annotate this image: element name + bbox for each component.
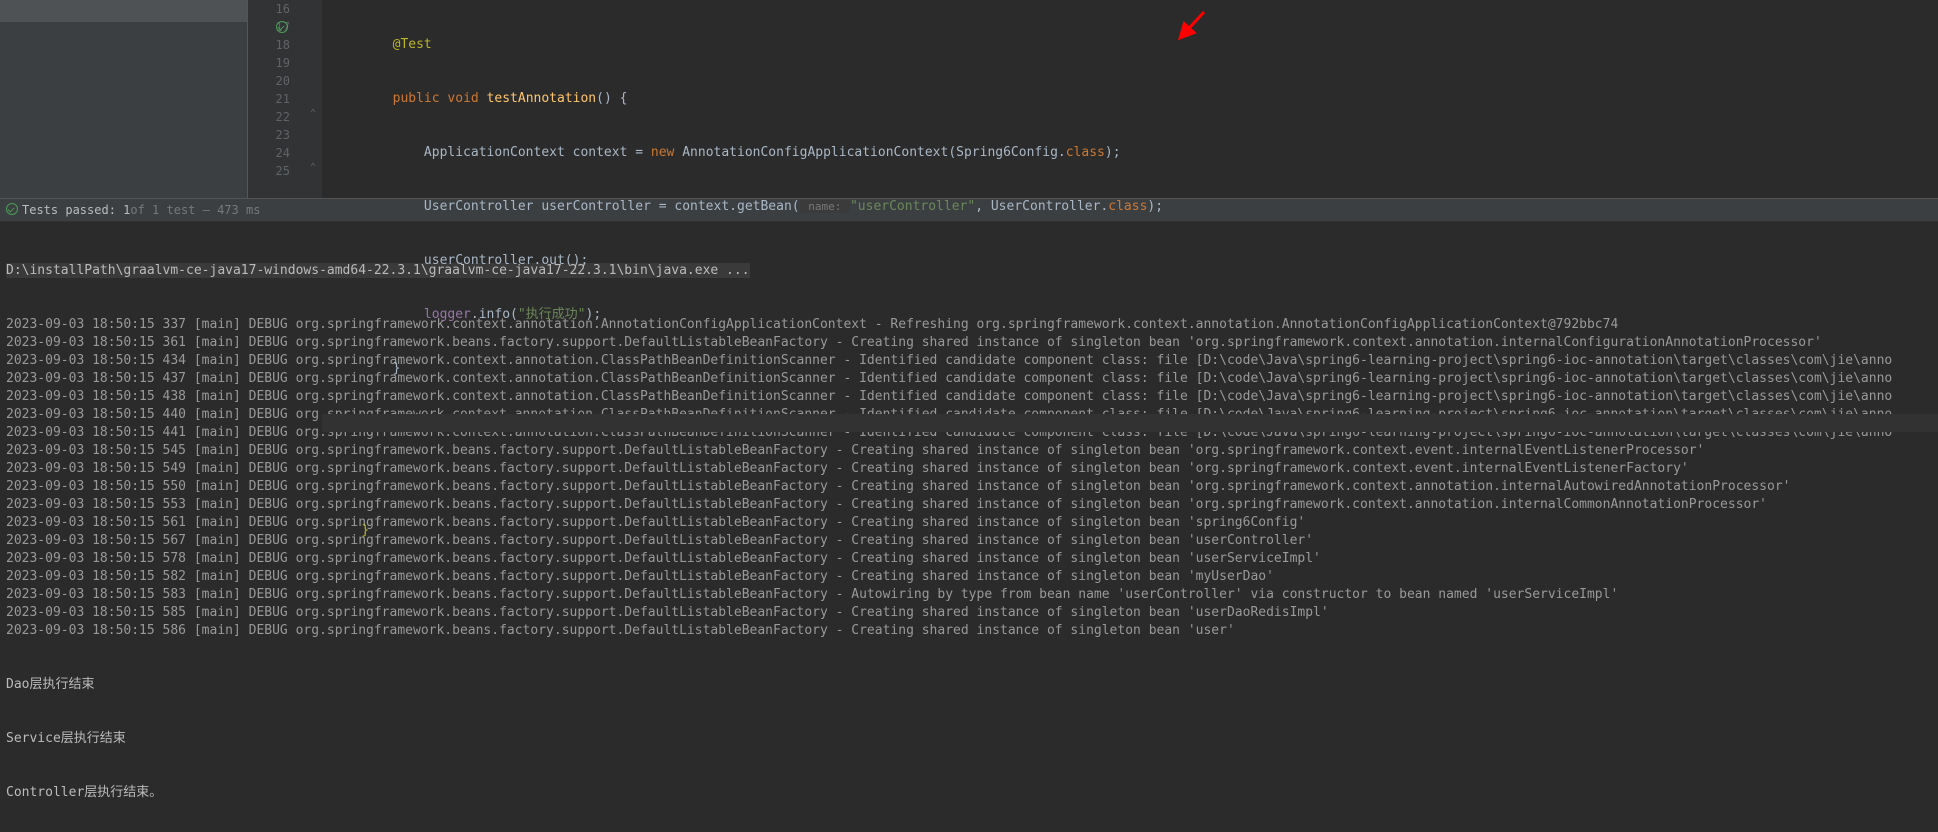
tests-details: of 1 test – 473 ms	[130, 203, 260, 217]
param-hint: name:	[800, 200, 850, 213]
string-token: "执行成功"	[518, 307, 586, 322]
line-number: 23	[276, 128, 290, 142]
annotation-token: @Test	[393, 37, 432, 52]
code-line[interactable]: }	[322, 522, 1938, 540]
fold-gutter[interactable]: ⌃ ⌃	[308, 0, 322, 198]
line-number: 20	[276, 74, 290, 88]
code-line-current[interactable]	[322, 414, 1938, 432]
line-number: 19	[276, 56, 290, 70]
ide-window: 16 17 18 19 20 21 22 23 24 25 ⌃ ⌃ @Test …	[0, 0, 1938, 832]
test-pass-gutter-icon[interactable]	[276, 20, 288, 32]
line-number: 22	[276, 110, 290, 124]
fold-collapse-icon[interactable]: ⌃	[310, 108, 316, 119]
code-line[interactable]: @Test	[322, 36, 1938, 54]
line-number: 18	[276, 38, 290, 52]
console-stdout: Controller层执行结束。	[6, 784, 1932, 802]
code-line[interactable]: public void testAnnotation() {	[322, 90, 1938, 108]
keyword-token: new	[651, 145, 674, 160]
test-pass-icon	[6, 203, 18, 218]
sidebar-active-tab[interactable]	[0, 0, 247, 22]
line-number: 16	[276, 2, 290, 16]
code-line[interactable]: }	[322, 360, 1938, 378]
fold-collapse-icon[interactable]: ⌃	[310, 162, 316, 173]
keyword-token: public	[393, 91, 440, 106]
line-number-gutter[interactable]: 16 17 18 19 20 21 22 23 24 25	[248, 0, 308, 198]
editor-area: 16 17 18 19 20 21 22 23 24 25 ⌃ ⌃ @Test …	[0, 0, 1938, 198]
code-line[interactable]: ApplicationContext context = new Annotat…	[322, 144, 1938, 162]
code-line[interactable]: userController.out();	[322, 252, 1938, 270]
line-number: 24	[276, 146, 290, 160]
code-line[interactable]	[322, 468, 1938, 486]
string-token: "userController"	[850, 199, 975, 214]
console-stdout: Dao层执行结束	[6, 676, 1932, 694]
field-token: logger	[424, 307, 471, 322]
method-name-token: testAnnotation	[487, 91, 597, 106]
code-line[interactable]: logger.info("执行成功");	[322, 306, 1938, 324]
console-stdout: Service层执行结束	[6, 730, 1932, 748]
console-log-line: 2023-09-03 18:50:15 586 [main] DEBUG org…	[6, 622, 1932, 640]
line-number: 25	[276, 164, 290, 178]
code-editor[interactable]: @Test public void testAnnotation() { App…	[322, 0, 1938, 198]
line-number: 21	[276, 92, 290, 106]
tests-passed-label: Tests passed: 1	[22, 203, 130, 217]
code-line[interactable]: UserController userController = context.…	[322, 198, 1938, 216]
keyword-token: void	[447, 91, 478, 106]
project-sidebar[interactable]	[0, 0, 248, 198]
